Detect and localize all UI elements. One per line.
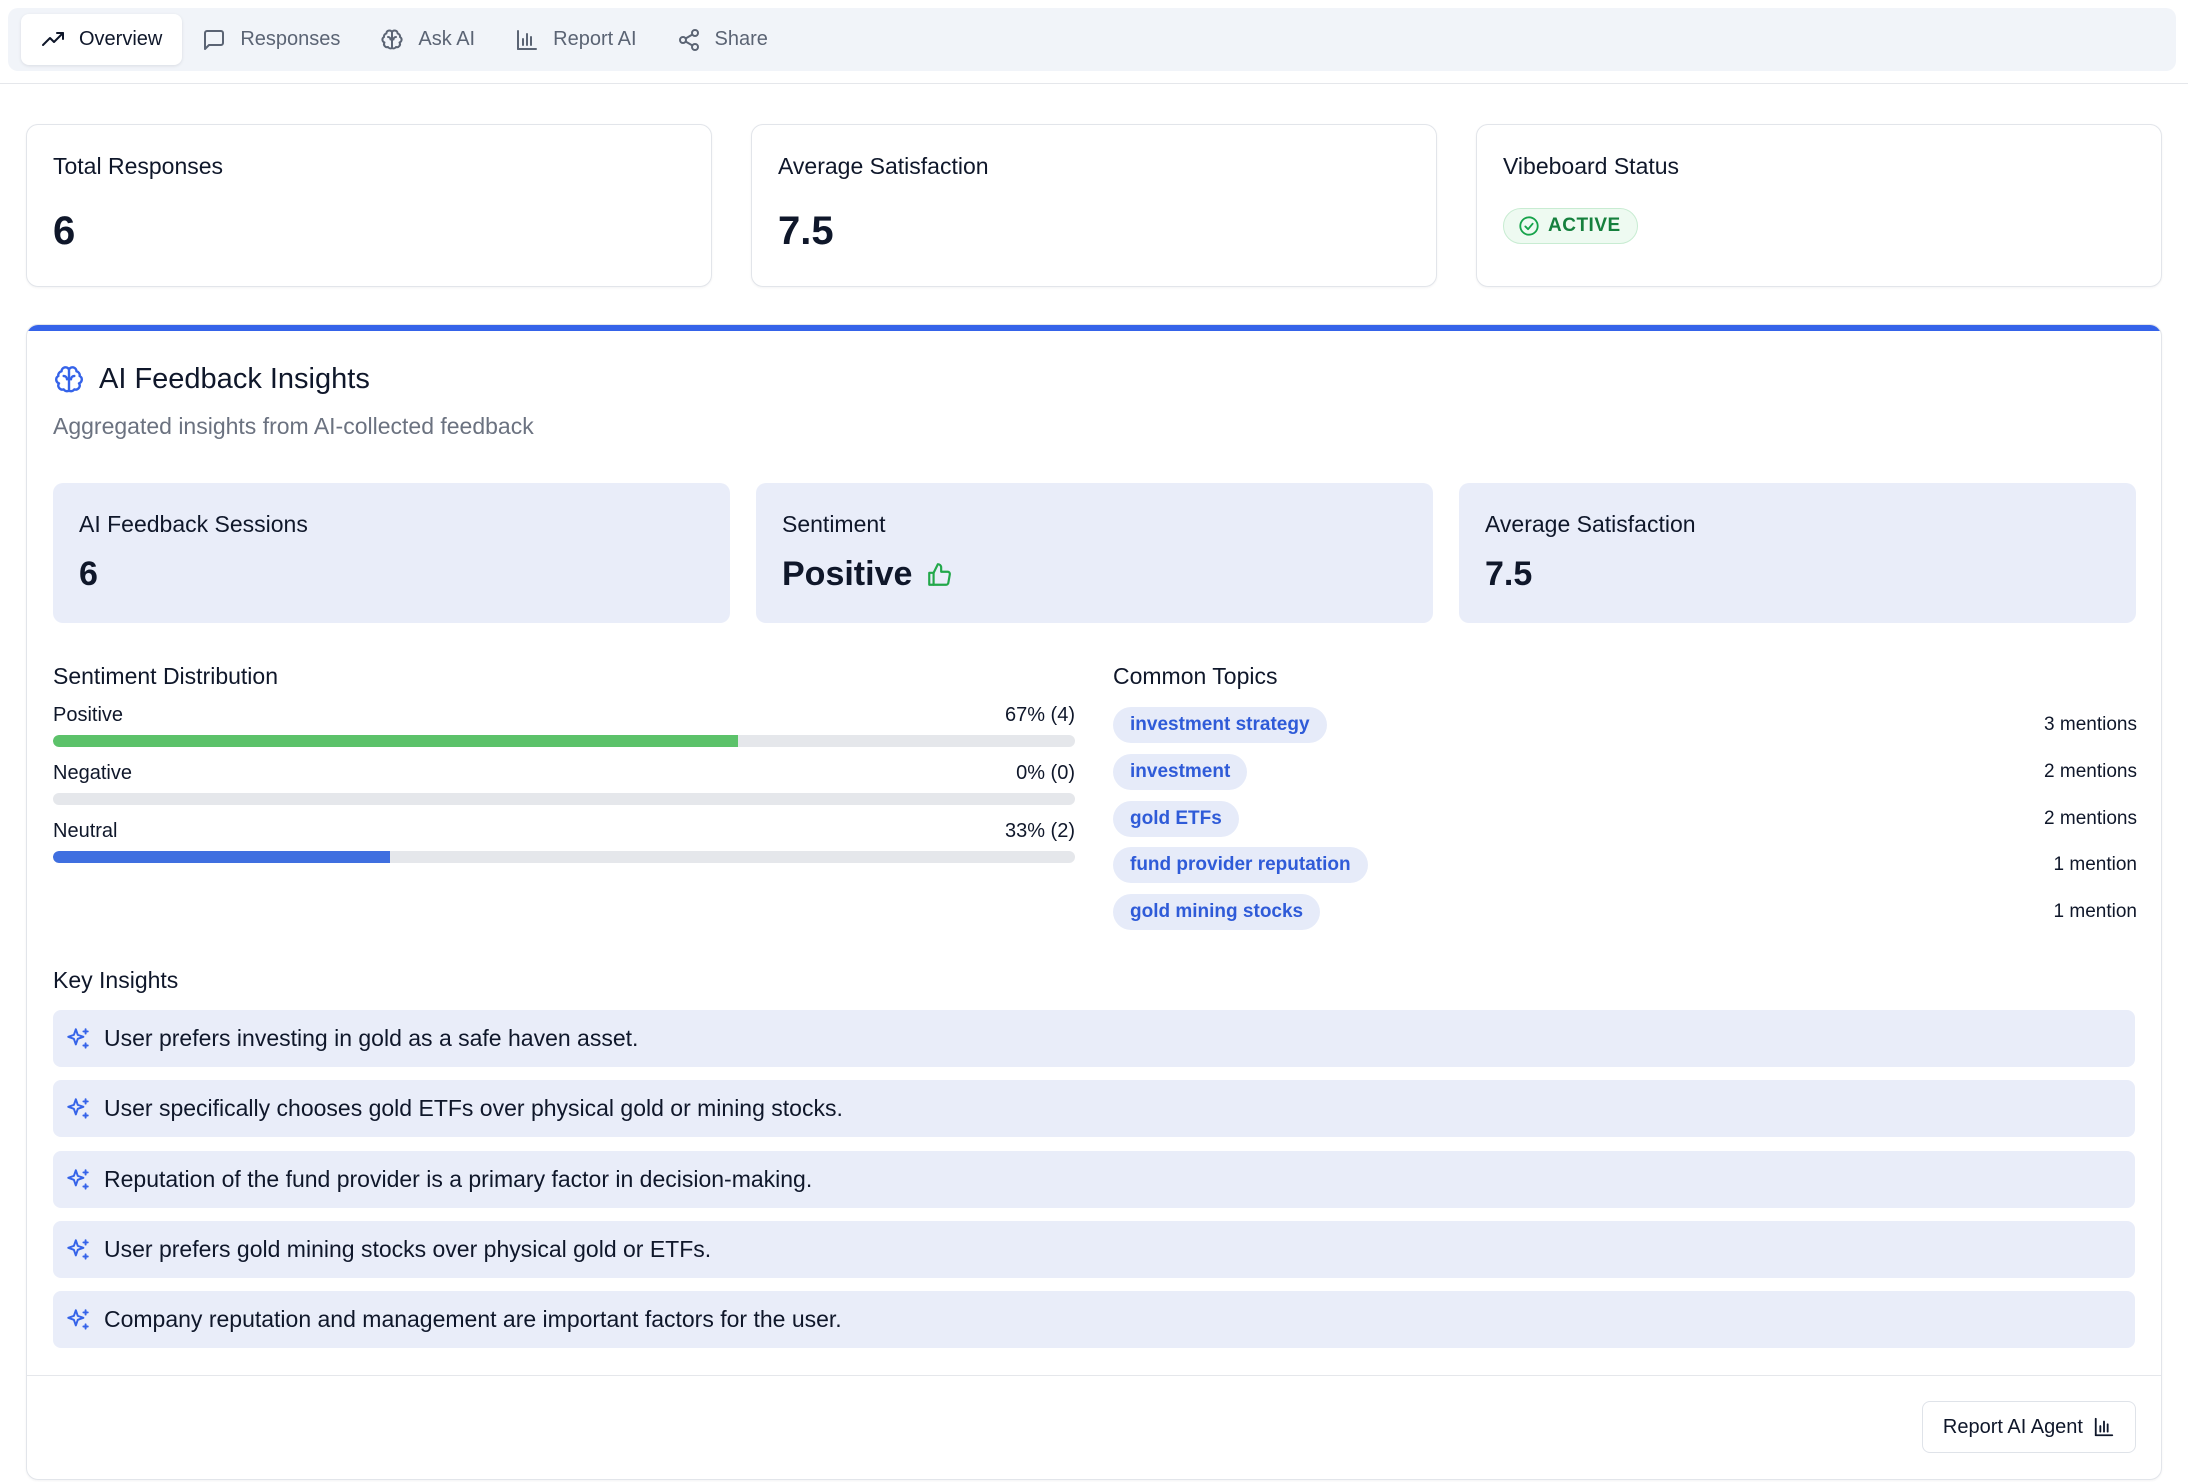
progress-fill: [53, 851, 391, 863]
total-responses-value: 6: [53, 209, 76, 253]
tab-share[interactable]: Share: [657, 14, 788, 65]
brain-icon: [381, 29, 403, 49]
tab-overview[interactable]: Overview: [21, 14, 183, 65]
key-insight-item: User specifically chooses gold ETFs over…: [53, 1080, 2135, 1137]
tab-label: Overview: [79, 28, 163, 50]
key-insights-heading: Key Insights: [53, 967, 179, 993]
key-insight-text: Reputation of the fund provider is a pri…: [104, 1166, 813, 1192]
share-icon: [678, 28, 699, 51]
topic-chip[interactable]: fund provider reputation: [1113, 847, 1368, 883]
tab-ask-ai[interactable]: Ask AI: [360, 14, 495, 65]
average-satisfaction-value: 7.5: [778, 209, 834, 253]
distribution-percent: 33% (2): [1004, 820, 1075, 842]
header-divider: [0, 83, 2188, 84]
sparkles-icon: [67, 1168, 89, 1190]
topic-chip[interactable]: investment: [1113, 754, 1248, 790]
ai-average-satisfaction-card: Average Satisfaction 7.5: [1459, 483, 2136, 623]
topic-chip[interactable]: gold mining stocks: [1113, 894, 1321, 930]
progress-track: [53, 793, 1075, 805]
card-label: Vibeboard Status: [1503, 153, 1680, 179]
topic-count: 3 mentions: [2044, 714, 2137, 735]
ai-feedback-insights-panel: AI Feedback Insights Aggregated insights…: [26, 324, 2162, 1480]
topic-chip[interactable]: investment strategy: [1113, 707, 1327, 743]
panel-subtitle: Aggregated insights from AI-collected fe…: [53, 413, 534, 439]
topic-row: fund provider reputation 1 mention: [1113, 847, 2137, 883]
panel-header: AI Feedback Insights: [53, 363, 370, 396]
status-badge: ACTIVE: [1503, 208, 1638, 244]
tab-label: Report AI: [553, 28, 637, 50]
satisfaction-value: 7.5: [1485, 555, 1532, 594]
card-label: Sentiment: [782, 511, 886, 537]
bar-chart-icon: [517, 29, 538, 50]
sentiment-distribution-heading: Sentiment Distribution: [53, 663, 278, 689]
sparkles-icon: [67, 1238, 89, 1260]
brain-icon: [55, 365, 83, 392]
distribution-row-negative: Negative 0% (0): [53, 762, 1075, 812]
sparkles-icon: [67, 1027, 89, 1049]
key-insight-text: User prefers investing in gold as a safe…: [104, 1025, 639, 1051]
card-label: Average Satisfaction: [1485, 511, 1696, 537]
thumbs-up-icon: [928, 562, 952, 586]
vibeboard-status-card: Vibeboard Status ACTIVE: [1476, 124, 2162, 287]
tab-bar: Overview Responses Ask AI Report AI Shar…: [8, 8, 2176, 71]
sentiment-card: Sentiment Positive: [756, 483, 1433, 623]
progress-fill: [53, 735, 738, 747]
check-circle-icon: [1519, 216, 1539, 236]
key-insight-text: Company reputation and management are im…: [104, 1306, 842, 1332]
topic-row: gold mining stocks 1 mention: [1113, 894, 2137, 930]
distribution-row-neutral: Neutral 33% (2): [53, 820, 1075, 870]
common-topics-heading: Common Topics: [1113, 663, 1278, 689]
distribution-label: Neutral: [53, 820, 118, 842]
panel-accent-bar: [27, 325, 2161, 331]
progress-track: [53, 851, 1075, 863]
topic-row: investment 2 mentions: [1113, 754, 2137, 790]
sessions-number: 6: [79, 555, 98, 593]
tab-report-ai[interactable]: Report AI: [495, 14, 656, 65]
distribution-label: Negative: [53, 762, 132, 784]
topic-chip[interactable]: gold ETFs: [1113, 801, 1239, 837]
key-insight-item: User prefers investing in gold as a safe…: [53, 1010, 2135, 1067]
report-button-label: Report AI Agent: [1942, 1415, 2083, 1438]
panel-title: AI Feedback Insights: [99, 363, 370, 395]
key-insight-text: User specifically chooses gold ETFs over…: [104, 1095, 843, 1121]
message-square-icon: [204, 29, 225, 50]
key-insight-item: Company reputation and management are im…: [53, 1291, 2135, 1348]
key-insight-item: User prefers gold mining stocks over phy…: [53, 1221, 2135, 1278]
bar-chart-icon: [2094, 1417, 2114, 1437]
satisfaction-number: 7.5: [1485, 555, 1533, 593]
topic-row: investment strategy 3 mentions: [1113, 707, 2137, 743]
sparkles-icon: [67, 1308, 89, 1330]
ai-feedback-sessions-card: AI Feedback Sessions 6: [53, 483, 730, 623]
card-label: Average Satisfaction: [778, 153, 989, 179]
distribution-percent: 0% (0): [1016, 762, 1075, 784]
topic-count: 1 mention: [2053, 901, 2137, 922]
report-ai-agent-button[interactable]: Report AI Agent: [1921, 1401, 2136, 1453]
sessions-value: 6: [79, 555, 98, 594]
tab-label: Share: [714, 28, 768, 50]
tab-label: Ask AI: [418, 28, 476, 50]
tab-responses[interactable]: Responses: [182, 14, 360, 65]
progress-track: [53, 735, 1075, 747]
distribution-row-positive: Positive 67% (4): [53, 704, 1075, 754]
key-insight-item: Reputation of the fund provider is a pri…: [53, 1151, 2135, 1208]
topic-count: 1 mention: [2053, 854, 2137, 875]
card-label: Total Responses: [53, 153, 224, 179]
sentiment-text: Positive: [782, 555, 913, 593]
key-insight-text: User prefers gold mining stocks over phy…: [104, 1236, 712, 1262]
card-label: AI Feedback Sessions: [79, 511, 308, 537]
average-satisfaction-card: Average Satisfaction 7.5: [751, 124, 1437, 287]
topic-count: 2 mentions: [2044, 808, 2137, 829]
trending-up-icon: [42, 31, 64, 46]
status-text: ACTIVE: [1548, 215, 1621, 236]
distribution-percent: 67% (4): [1004, 704, 1075, 726]
panel-footer-divider: [27, 1375, 2161, 1376]
tab-label: Responses: [240, 28, 341, 50]
topic-row: gold ETFs 2 mentions: [1113, 801, 2137, 837]
distribution-label: Positive: [53, 704, 124, 726]
total-responses-card: Total Responses 6: [26, 124, 712, 287]
sparkles-icon: [67, 1097, 89, 1119]
sentiment-value: Positive: [782, 555, 952, 594]
topic-count: 2 mentions: [2044, 761, 2137, 782]
